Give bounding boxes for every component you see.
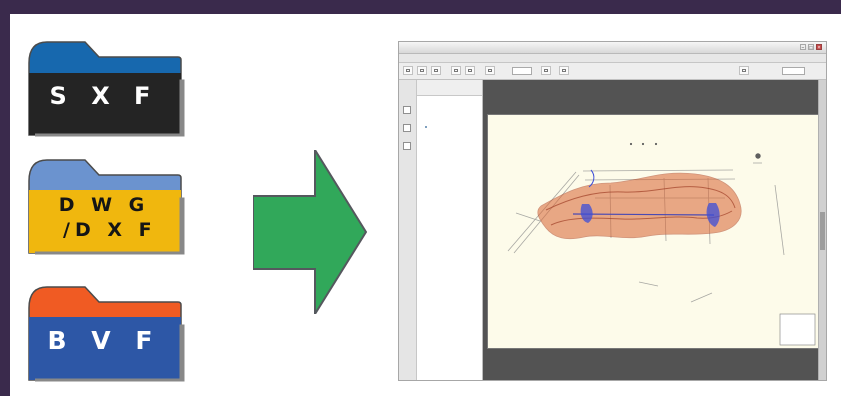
right-scrollbar[interactable] (818, 80, 826, 380)
scroll-thumb[interactable] (820, 212, 825, 250)
layer-icon[interactable] (403, 142, 411, 150)
left-tool-rail (399, 80, 417, 380)
document-icon[interactable] (403, 66, 413, 75)
bvf-format-card: B V F (27, 284, 185, 382)
minimize-button[interactable]: − (800, 44, 806, 51)
page-number-field[interactable] (512, 67, 532, 75)
sxf-format-label: S X F (49, 82, 159, 110)
bookmark-icon[interactable] (403, 106, 411, 114)
bookmark-panel (417, 80, 483, 380)
bvf-format-label: B V F (47, 326, 161, 355)
dwg-dxf-format-label: D W G /D X F (58, 194, 157, 241)
right-arrow-icon (253, 150, 367, 314)
cad-drawing (488, 115, 822, 348)
cad-drawing-page (487, 114, 823, 349)
close-button[interactable]: × (816, 44, 822, 51)
fit-page-icon[interactable] (559, 66, 569, 75)
maximize-button[interactable]: □ (808, 44, 814, 51)
viewer-menubar (399, 54, 826, 63)
cad-viewer-screenshot: − □ × (398, 41, 827, 381)
viewer-toolbar (399, 63, 826, 80)
zoom-icon[interactable] (541, 66, 551, 75)
hand-tool-icon[interactable] (485, 66, 495, 75)
drawing-legend (779, 313, 816, 346)
zoom-level-field[interactable] (782, 67, 805, 75)
forward-icon[interactable] (465, 66, 475, 75)
back-icon[interactable] (451, 66, 461, 75)
outer-frame: S X F D W G /D X F B V F − □ × (0, 0, 841, 396)
document-view[interactable] (483, 80, 823, 380)
rotate-icon[interactable] (739, 66, 749, 75)
sxf-format-card: S X F (27, 39, 185, 137)
viewer-titlebar: − □ × (399, 42, 826, 54)
print-icon[interactable] (417, 66, 427, 75)
search-icon[interactable] (431, 66, 441, 75)
viewer-body (399, 80, 826, 380)
window-controls: − □ × (800, 44, 823, 52)
dwg-dxf-format-card: D W G /D X F (27, 157, 185, 255)
page-thumbnail-icon[interactable] (403, 124, 411, 132)
bookmark-panel-header (417, 80, 482, 96)
